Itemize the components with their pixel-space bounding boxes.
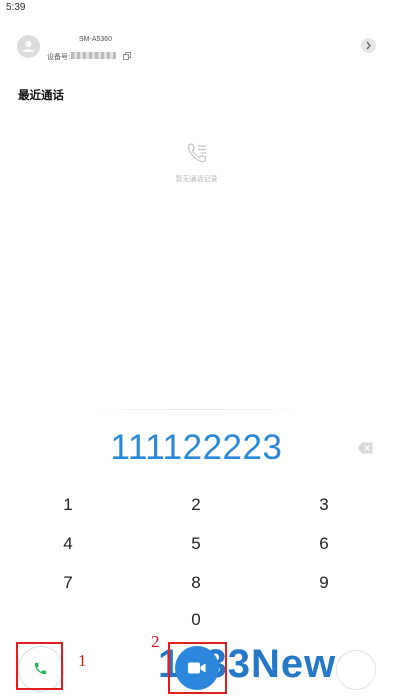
copy-icon[interactable] — [123, 52, 131, 60]
key-6[interactable]: 6 — [304, 534, 344, 554]
more-options-button[interactable] — [336, 650, 376, 690]
annotation-label-1: 1 — [78, 651, 87, 670]
device-id-label: 设备号: — [47, 54, 70, 61]
call-log-icon — [187, 143, 207, 163]
avatar — [17, 35, 40, 58]
avatar-icon — [23, 41, 34, 52]
annotation-box-video-call — [168, 642, 227, 694]
key-3[interactable]: 3 — [304, 495, 344, 515]
empty-call-log-text: 暂无通话记录 — [175, 176, 218, 183]
annotation-label-2: 2 — [151, 632, 160, 651]
dial-number-display[interactable]: 111122223 — [0, 428, 393, 468]
key-4[interactable]: 4 — [48, 534, 88, 554]
device-id-masked — [71, 52, 116, 59]
keypad-divider — [88, 409, 306, 410]
device-detail-button[interactable] — [361, 38, 376, 53]
status-bar-time: 5:39 — [6, 2, 26, 13]
key-7[interactable]: 7 — [48, 573, 88, 593]
key-0[interactable]: 0 — [176, 610, 216, 630]
key-8[interactable]: 8 — [176, 573, 216, 593]
backspace-icon[interactable] — [357, 442, 373, 454]
chevron-right-icon — [366, 41, 371, 50]
device-card[interactable]: SM-A5360 设备号: — [17, 33, 377, 63]
annotation-box-voice-call — [16, 642, 63, 690]
key-1[interactable]: 1 — [48, 495, 88, 515]
key-5[interactable]: 5 — [176, 534, 216, 554]
device-model: SM-A5360 — [79, 36, 113, 43]
key-2[interactable]: 2 — [176, 495, 216, 515]
recent-calls-title: 最近通话 — [18, 90, 64, 102]
key-9[interactable]: 9 — [304, 573, 344, 593]
